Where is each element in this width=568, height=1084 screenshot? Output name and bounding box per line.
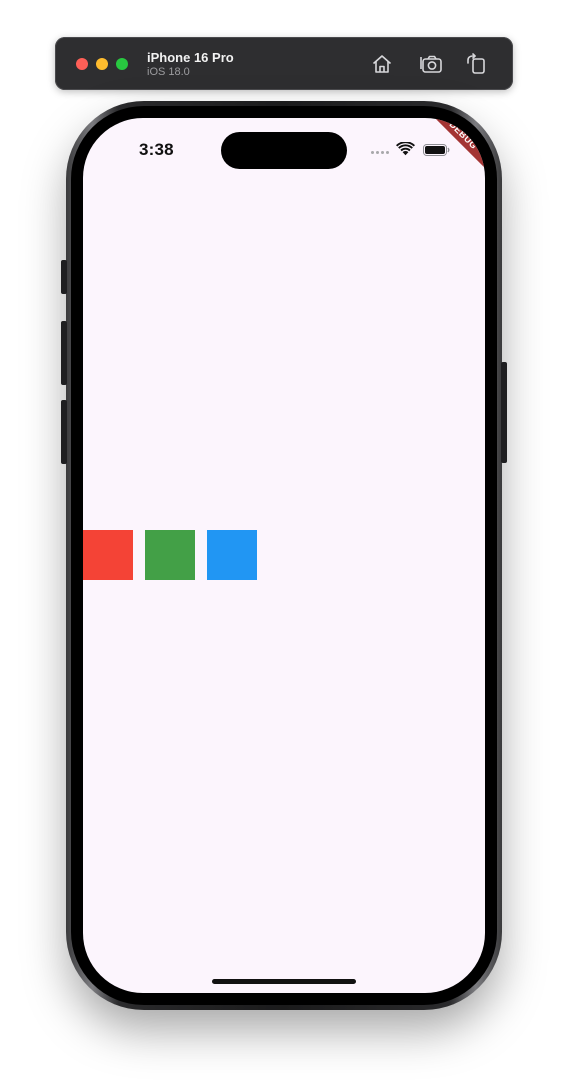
cellular-signal-icon — [371, 151, 393, 156]
zoom-window-button[interactable] — [116, 58, 128, 70]
wifi-icon — [396, 142, 415, 156]
volume-up-button[interactable] — [61, 321, 67, 385]
home-indicator[interactable] — [212, 979, 356, 984]
close-window-button[interactable] — [76, 58, 88, 70]
blue-box — [207, 530, 257, 580]
rotate-icon[interactable] — [464, 52, 488, 76]
screenshot-icon[interactable] — [419, 52, 443, 76]
battery-icon — [423, 144, 450, 156]
dynamic-island — [221, 132, 347, 169]
red-box — [83, 530, 133, 580]
green-box — [145, 530, 195, 580]
simulator-titlebar: iPhone 16 Pro iOS 18.0 — [55, 37, 513, 90]
os-version: iOS 18.0 — [147, 66, 190, 78]
simulator-window: iPhone 16 Pro iOS 18.0 3:38 DEBUG — [0, 0, 568, 1084]
status-time: 3:38 — [139, 140, 174, 159]
home-icon[interactable] — [370, 52, 394, 76]
power-button[interactable] — [501, 362, 507, 463]
action-button[interactable] — [61, 260, 67, 294]
minimize-window-button[interactable] — [96, 58, 108, 70]
phone-screen[interactable]: 3:38 DEBUG — [83, 118, 485, 993]
volume-down-button[interactable] — [61, 400, 67, 464]
device-name: iPhone 16 Pro — [147, 50, 234, 65]
